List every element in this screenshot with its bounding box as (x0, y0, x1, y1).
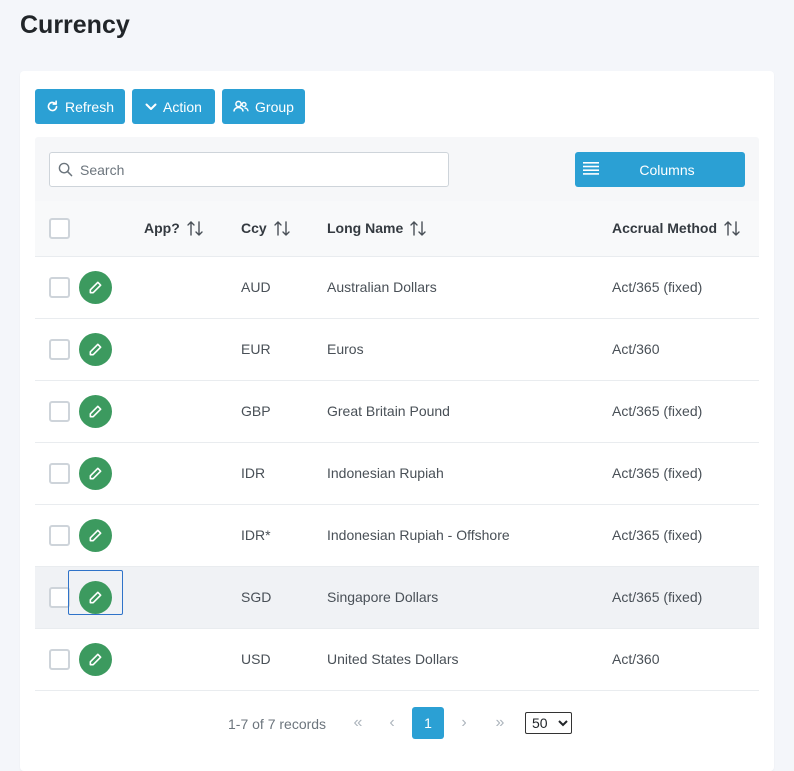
sort-icon (724, 220, 740, 236)
cell-ccy: USD (241, 628, 327, 691)
cell-app (144, 628, 241, 691)
table-header-row: App? Ccy Long Name Accrual Method (35, 201, 759, 257)
cell-accrual-method: Act/365 (fixed) (612, 380, 759, 443)
action-label: Action (163, 98, 202, 115)
first-page-button[interactable]: « (342, 707, 374, 739)
cell-long-name: Indonesian Rupiah - Offshore (327, 504, 612, 567)
cell-app (144, 318, 241, 381)
refresh-label: Refresh (64, 98, 114, 115)
group-button[interactable]: Group (222, 89, 305, 124)
edit-button[interactable] (79, 270, 112, 304)
column-header-long-name[interactable]: Long Name (327, 201, 612, 257)
column-header-long-name-label: Long Name (327, 220, 404, 237)
cell-ccy: IDR (241, 442, 327, 505)
cell-app (144, 380, 241, 443)
table-row[interactable]: SGD Singapore Dollars Act/365 (fixed) (35, 566, 759, 629)
column-header-app[interactable]: App? (144, 201, 241, 257)
refresh-button[interactable]: Refresh (35, 89, 125, 124)
sort-icon (410, 220, 426, 236)
pencil-icon (89, 281, 102, 293)
column-header-ccy-label: Ccy (241, 220, 267, 237)
row-checkbox[interactable] (49, 462, 70, 484)
pencil-icon (89, 405, 102, 417)
cell-app (144, 256, 241, 319)
column-header-ccy[interactable]: Ccy (241, 201, 327, 257)
cell-ccy: AUD (241, 256, 327, 319)
cell-long-name: United States Dollars (327, 628, 612, 691)
column-header-accrual-method-label: Accrual Method (612, 220, 718, 237)
table-row[interactable]: USD United States Dollars Act/360 (35, 628, 759, 691)
sort-icon (273, 220, 290, 236)
search-icon (58, 162, 73, 177)
action-button[interactable]: Action (132, 89, 215, 124)
cell-accrual-method: Act/360 (612, 628, 759, 691)
select-all-checkbox[interactable] (49, 217, 70, 239)
pagination: 1-7 of 7 records « ‹ 1 › » 50 (35, 703, 759, 743)
pencil-icon (89, 467, 102, 479)
page-title: Currency (20, 11, 130, 39)
prev-page-button[interactable]: ‹ (376, 707, 408, 739)
users-icon (233, 100, 249, 112)
page-1-button[interactable]: 1 (412, 707, 444, 739)
row-checkbox[interactable] (49, 400, 70, 422)
table-row[interactable]: IDR* Indonesian Rupiah - Offshore Act/365 … (35, 504, 759, 567)
cell-ccy: EUR (241, 318, 327, 381)
columns-button[interactable]: Columns (575, 152, 745, 187)
row-checkbox[interactable] (49, 338, 70, 360)
pencil-icon (89, 653, 102, 665)
cell-app (144, 566, 241, 629)
cell-long-name: Australian Dollars (327, 256, 612, 319)
cell-accrual-method: Act/365 (fixed) (612, 442, 759, 505)
pencil-icon (89, 529, 102, 541)
table-row[interactable]: AUD Australian Dollars Act/365 (fixed) (35, 256, 759, 319)
last-page-button[interactable]: » (484, 707, 516, 739)
cell-long-name: Indonesian Rupiah (327, 442, 612, 505)
table-row[interactable]: GBP Great Britain Pound Act/365 (fixed) (35, 380, 759, 443)
next-page-button[interactable]: › (448, 707, 480, 739)
table-row[interactable]: EUR Euros Act/360 (35, 318, 759, 381)
edit-button[interactable] (79, 394, 112, 428)
row-checkbox[interactable] (49, 586, 70, 608)
edit-button[interactable] (79, 642, 112, 676)
records-info: 1-7 of 7 records (228, 716, 327, 732)
row-checkbox[interactable] (49, 276, 70, 298)
chevron-down-icon (145, 103, 157, 110)
column-header-accrual-method[interactable]: Accrual Method (612, 201, 759, 257)
cell-accrual-method: Act/360 (612, 318, 759, 381)
currency-table: App? Ccy Long Name Accrual Method AUD Aus… (35, 201, 759, 691)
edit-button[interactable] (79, 332, 112, 366)
edit-button[interactable] (79, 456, 112, 490)
cell-ccy: GBP (241, 380, 327, 443)
page-size-select[interactable]: 50 (525, 712, 572, 734)
row-checkbox[interactable] (49, 648, 70, 670)
edit-button[interactable] (79, 518, 112, 552)
cell-long-name: Great Britain Pound (327, 380, 612, 443)
columns-label: Columns (639, 162, 695, 178)
grid-header: Columns (35, 137, 759, 201)
refresh-icon (47, 100, 58, 112)
sort-icon (186, 220, 203, 236)
row-checkbox[interactable] (49, 524, 70, 546)
search-input[interactable] (78, 153, 443, 186)
cell-app (144, 442, 241, 505)
cell-app (144, 504, 241, 567)
table-row[interactable]: IDR Indonesian Rupiah Act/365 (fixed) (35, 442, 759, 505)
focus-ring (68, 569, 123, 615)
cell-ccy: SGD (241, 566, 327, 629)
column-header-app-label: App? (144, 220, 180, 237)
cell-ccy: IDR* (241, 504, 327, 567)
currency-panel: Refresh Action Group Search Columns App?… (20, 71, 774, 771)
cell-long-name: Singapore Dollars (327, 566, 612, 629)
group-label: Group (255, 98, 294, 115)
cell-long-name: Euros (327, 318, 612, 381)
search-box (49, 152, 449, 187)
cell-accrual-method: Act/365 (fixed) (612, 504, 759, 567)
cell-accrual-method: Act/365 (fixed) (612, 256, 759, 319)
toolbar: Refresh Action Group (35, 89, 305, 124)
cell-accrual-method: Act/365 (fixed) (612, 566, 759, 629)
table-body: AUD Australian Dollars Act/365 (fixed) EUR E… (35, 256, 759, 691)
pencil-icon (89, 343, 102, 355)
